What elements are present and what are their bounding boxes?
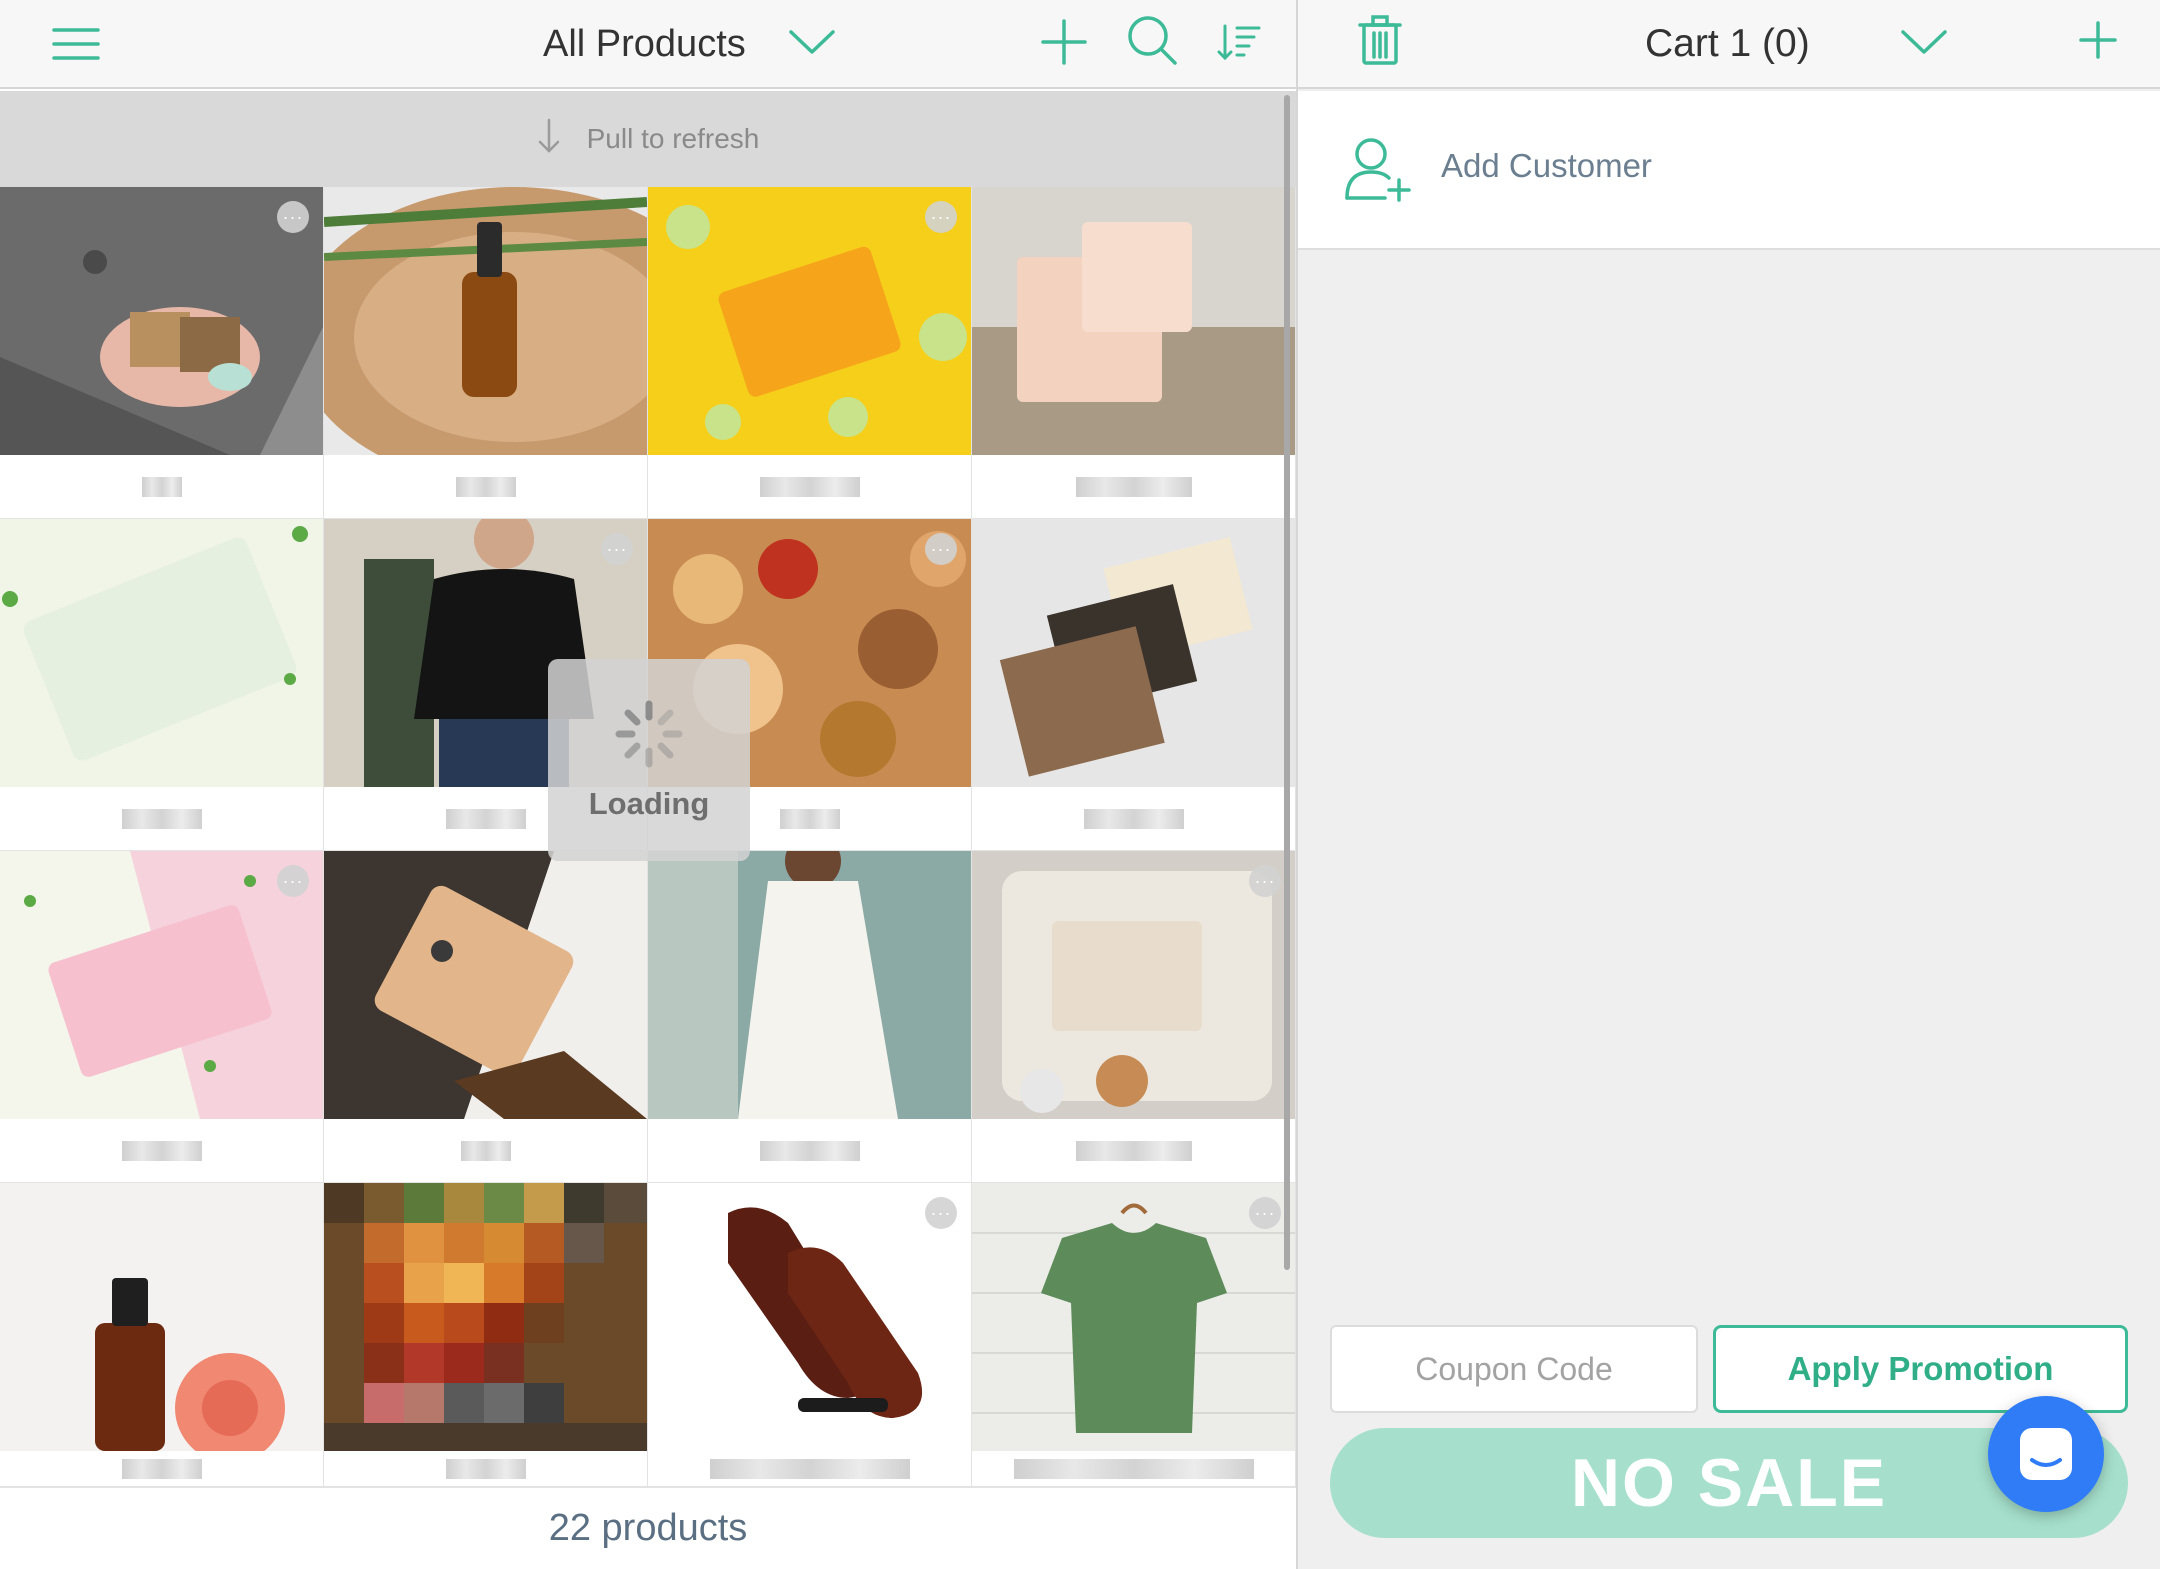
products-pane: All Products Pull to refresh ··· ··· ···… [0, 0, 1296, 1569]
product-tile[interactable]: ··· [648, 187, 972, 519]
add-customer-label: Add Customer [1441, 147, 1652, 184]
product-image-soap-dish: ··· [0, 187, 323, 455]
product-tile[interactable] [0, 1183, 324, 1487]
more-options-icon[interactable]: ··· [277, 201, 309, 233]
product-tile[interactable] [0, 519, 324, 851]
more-options-icon[interactable]: ··· [1249, 865, 1281, 897]
add-user-icon [1342, 135, 1412, 205]
product-image-leather-wallet [324, 851, 647, 1119]
chevron-down-icon[interactable] [1898, 22, 1950, 62]
plus-icon [1041, 19, 1087, 65]
product-tile[interactable]: ··· [648, 1183, 972, 1487]
more-options-icon[interactable]: ··· [925, 201, 957, 233]
product-image-cream-soap: ··· [972, 851, 1295, 1119]
product-tile[interactable] [972, 519, 1296, 851]
chat-button[interactable] [1988, 1396, 2104, 1512]
add-customer-row[interactable]: Add Customer [1298, 91, 2160, 250]
search-button[interactable] [1124, 12, 1180, 68]
product-tile[interactable] [324, 187, 648, 519]
product-image-pixelated-food [324, 1183, 647, 1451]
product-name [972, 787, 1295, 850]
more-options-icon[interactable]: ··· [925, 1197, 957, 1229]
product-name [0, 1451, 323, 1486]
sort-icon [1217, 24, 1261, 61]
product-name [648, 1451, 971, 1486]
product-image-stacked-soaps [972, 519, 1295, 787]
more-options-icon[interactable]: ··· [1249, 1197, 1281, 1229]
trash-icon [1358, 15, 1402, 65]
product-image-amber-bottle [0, 1183, 323, 1451]
product-name [972, 1119, 1295, 1182]
product-image-pink-soap: ··· [0, 851, 323, 1119]
product-tile[interactable]: ··· [972, 1183, 1296, 1487]
products-title[interactable]: All Products [543, 16, 746, 72]
product-tile[interactable] [324, 851, 648, 1183]
cart-title[interactable]: Cart 1 (0) [1645, 16, 1810, 72]
product-tile[interactable]: ··· [0, 851, 324, 1183]
search-icon [1128, 16, 1177, 65]
product-name [0, 455, 323, 518]
pos-app: All Products Pull to refresh ··· ··· ···… [0, 0, 2160, 1569]
coupon-code-input[interactable]: Coupon Code [1330, 1325, 1698, 1413]
hamburger-menu-icon[interactable] [48, 20, 104, 68]
product-image-floral-dress [648, 851, 971, 1119]
product-tile[interactable]: ··· [0, 187, 324, 519]
product-count: 22 products [0, 1487, 1296, 1569]
products-scrollbar[interactable] [1284, 95, 1290, 1270]
product-name [324, 1119, 647, 1182]
product-name [648, 1119, 971, 1182]
product-image-green-tshirt: ··· [972, 1183, 1295, 1451]
product-tile[interactable] [648, 851, 972, 1183]
product-tile[interactable] [972, 187, 1296, 519]
clear-cart-button[interactable] [1356, 14, 1404, 68]
more-options-icon[interactable]: ··· [925, 533, 957, 565]
cart-pane: Cart 1 (0) Add Customer Coupon Code Appl… [1298, 0, 2160, 1569]
product-tile[interactable] [324, 1183, 648, 1487]
pull-to-refresh-label: Pull to refresh [586, 123, 760, 154]
products-toolbar: All Products [0, 0, 1296, 89]
product-name [972, 1451, 1295, 1486]
product-name [0, 787, 323, 850]
more-options-icon[interactable]: ··· [601, 533, 633, 565]
loading-label: Loading [588, 785, 710, 821]
pull-to-refresh-bar[interactable]: Pull to refresh [0, 91, 1296, 187]
plus-icon [2079, 21, 2117, 59]
product-image-white-soap [0, 519, 323, 787]
product-image-dropper-bottle [324, 187, 647, 455]
more-options-icon[interactable]: ··· [277, 865, 309, 897]
arrow-down-icon [537, 118, 561, 161]
sort-button[interactable] [1216, 20, 1262, 64]
loading-overlay: Loading [548, 659, 750, 861]
product-image-peach-soap [972, 187, 1295, 455]
product-image-leather-shoes: ··· [648, 1183, 971, 1451]
cart-toolbar: Cart 1 (0) [1298, 0, 2160, 89]
product-image-yellow-soap: ··· [648, 187, 971, 455]
add-cart-button[interactable] [2076, 18, 2120, 62]
chevron-down-icon[interactable] [786, 22, 838, 62]
product-tile[interactable]: ··· [972, 851, 1296, 1183]
chat-icon [2020, 1428, 2072, 1480]
spinner-icon [614, 699, 684, 774]
product-name [0, 1119, 323, 1182]
product-name [648, 455, 971, 518]
add-product-button[interactable] [1038, 16, 1090, 68]
product-name [324, 455, 647, 518]
product-name [972, 455, 1295, 518]
product-name [324, 1451, 647, 1486]
